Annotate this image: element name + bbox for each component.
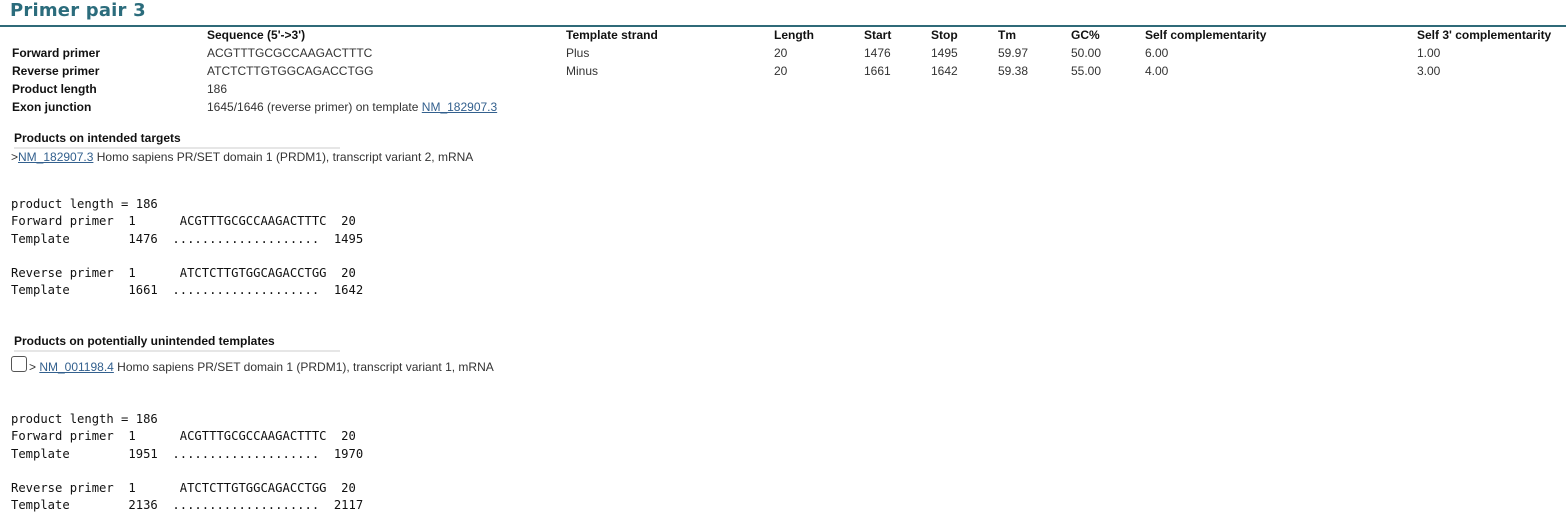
row-label-forward-primer: Forward primer (12, 46, 101, 60)
page-title: Primer pair 3 (10, 0, 146, 21)
product-length-value: 186 (207, 82, 228, 96)
intended-targets-heading: Products on intended targets (14, 131, 340, 149)
unintended-templates-heading: Products on potentially unintended templ… (14, 334, 340, 352)
intended-target-entry: >NM_182907.3 Homo sapiens PR/SET domain … (11, 150, 473, 164)
header-self-complementarity: Self complementarity (1145, 28, 1267, 42)
forward-stop: 1495 (931, 46, 958, 60)
exon-junction-template-link[interactable]: NM_182907.3 (422, 100, 497, 114)
forward-start: 1476 (864, 46, 891, 60)
unintended-description: Homo sapiens PR/SET domain 1 (PRDM1), tr… (113, 360, 494, 374)
reverse-start: 1661 (864, 64, 891, 78)
forward-self-3-complementarity: 1.00 (1417, 46, 1441, 60)
forward-self-complementarity: 6.00 (1145, 46, 1169, 60)
unintended-accession-link[interactable]: NM_001198.4 (39, 360, 114, 374)
exon-junction-value: 1645/1646 (reverse primer) on template N… (207, 100, 497, 114)
reverse-length: 20 (774, 64, 788, 78)
reverse-self-3-complementarity: 3.00 (1417, 64, 1441, 78)
forward-strand: Plus (566, 46, 590, 60)
unintended-template-entry: > NM_001198.4 Homo sapiens PR/SET domain… (29, 360, 494, 374)
header-self-3-complementarity: Self 3' complementarity (1417, 28, 1552, 42)
forward-gc: 50.00 (1071, 46, 1102, 60)
header-length: Length (774, 28, 814, 42)
intended-accession-link[interactable]: NM_182907.3 (18, 150, 93, 164)
row-label-reverse-primer: Reverse primer (12, 64, 100, 78)
forward-length: 20 (774, 46, 788, 60)
forward-sequence: ACGTTTGCGCCAAGACTTTC (207, 46, 373, 60)
reverse-sequence: ATCTCTTGTGGCAGACCTGG (207, 64, 374, 78)
forward-tm: 59.97 (998, 46, 1029, 60)
header-stop: Stop (931, 28, 958, 42)
exon-junction-text: 1645/1646 (reverse primer) on template (207, 100, 422, 114)
reverse-tm: 59.38 (998, 64, 1029, 78)
intended-prefix: > (11, 150, 19, 164)
unintended-prefix: > (29, 360, 40, 374)
header-tm: Tm (998, 28, 1016, 42)
reverse-self-complementarity: 4.00 (1145, 64, 1169, 78)
reverse-gc: 55.00 (1071, 64, 1102, 78)
intended-description: Homo sapiens PR/SET domain 1 (PRDM1), tr… (93, 150, 474, 164)
header-template-strand: Template strand (566, 28, 658, 42)
unintended-select-checkbox[interactable] (11, 356, 27, 372)
title-bar: Primer pair 3 (0, 0, 1566, 27)
exon-junction-label: Exon junction (12, 100, 92, 114)
header-start: Start (864, 28, 892, 42)
intended-alignment: product length = 186 Forward primer 1 AC… (11, 197, 364, 298)
reverse-stop: 1642 (931, 64, 958, 78)
header-sequence: Sequence (5'->3') (207, 28, 306, 42)
unintended-alignment: product length = 186 Forward primer 1 AC… (11, 412, 364, 513)
header-gc: GC% (1071, 28, 1100, 42)
product-length-label: Product length (12, 82, 97, 96)
reverse-strand: Minus (566, 64, 599, 78)
